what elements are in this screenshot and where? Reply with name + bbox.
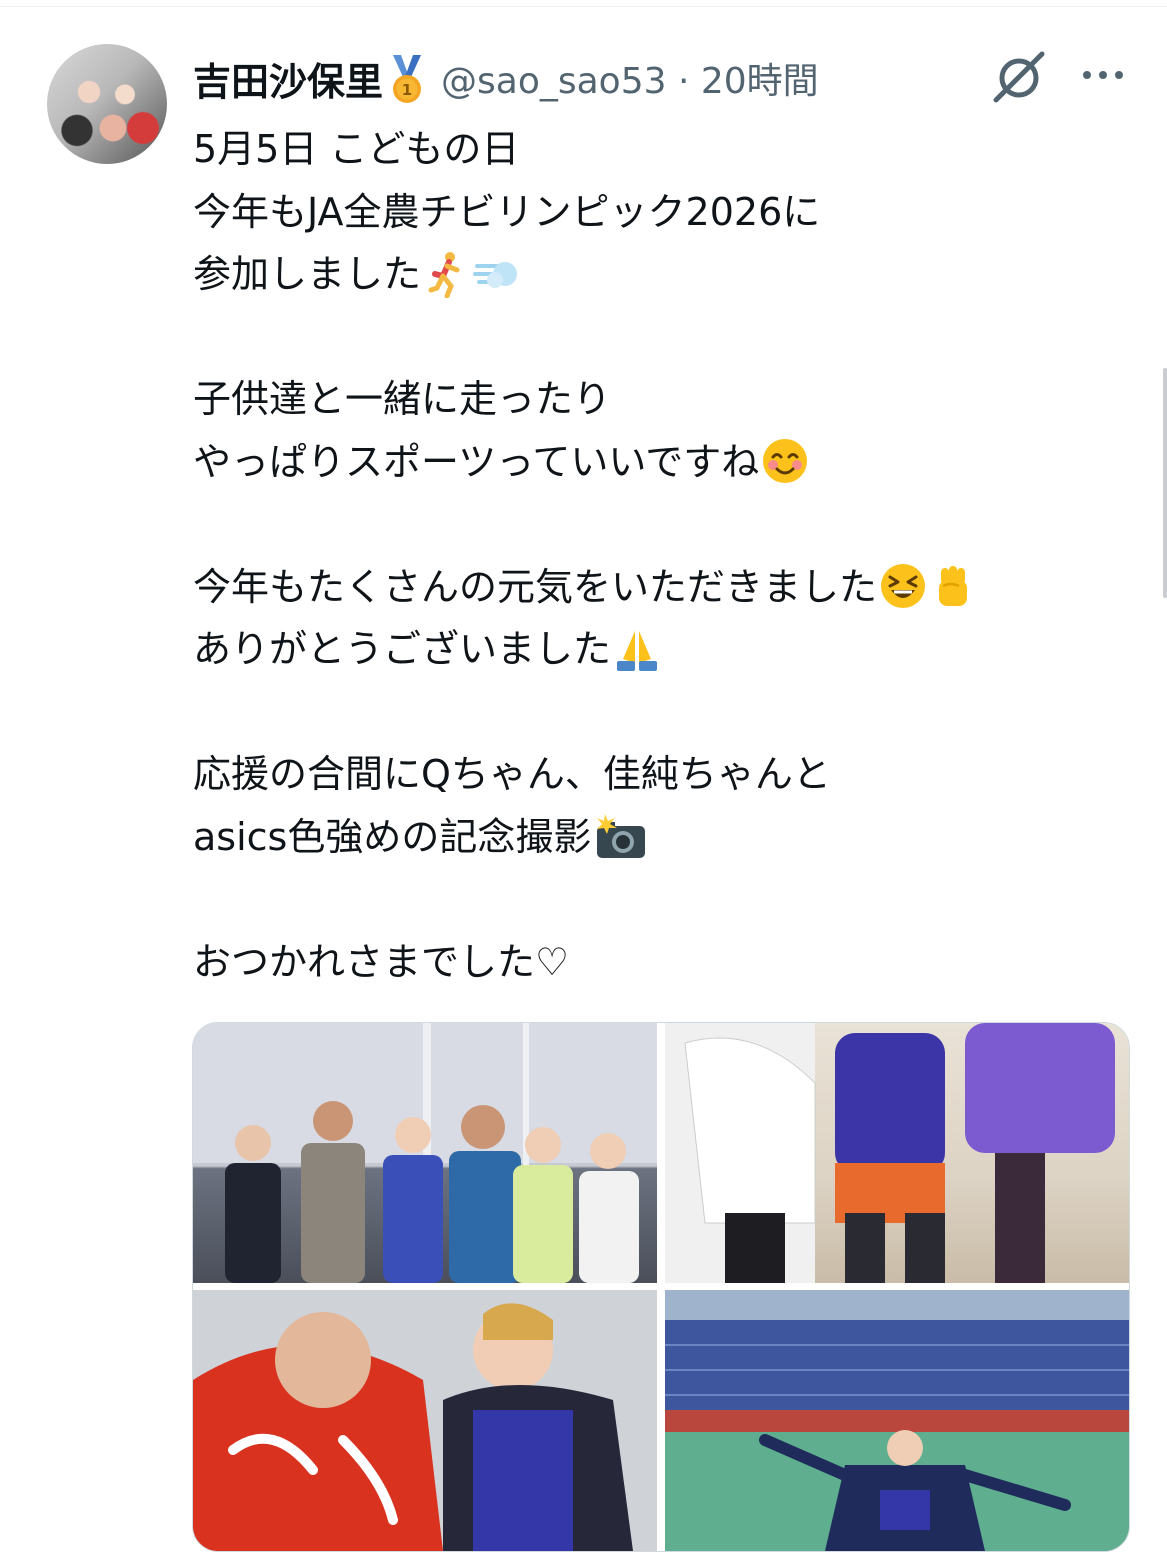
handle-and-time[interactable]: @sao_sao53 · 20時間 — [441, 52, 819, 104]
smiling-face-emoji — [761, 437, 809, 485]
scrollbar[interactable] — [1163, 368, 1167, 598]
tweet-line — [193, 681, 1153, 744]
author-name[interactable]: 吉田沙保里 — [193, 51, 383, 106]
medal-icon: 1 — [387, 55, 427, 105]
svg-text:1: 1 — [402, 81, 412, 99]
tweet-line: 参加しました — [193, 243, 1153, 306]
runner-emoji — [423, 250, 471, 298]
tweet-line: asics色強めの記念撮影 — [193, 806, 1153, 869]
stadium-photo[interactable] — [665, 1290, 1129, 1551]
tweet-line: ありがとうございました — [193, 618, 1153, 681]
grok-icon[interactable] — [990, 48, 1048, 104]
tweet-line: やっぱりスポーツっていいですね — [193, 431, 1153, 494]
tweet-line-text: asics色強めの記念撮影 — [193, 814, 592, 859]
selfie-photo[interactable] — [193, 1290, 657, 1551]
avatar[interactable] — [47, 44, 167, 164]
tweet-line — [193, 868, 1153, 931]
camera-flash-emoji — [593, 812, 646, 860]
tweet-line-text: 今年もJA全農チビリンピック2026に — [193, 189, 821, 234]
laughing-face-emoji — [879, 562, 927, 610]
tweet-line — [193, 493, 1153, 556]
tweet-text: 5月5日 こどもの日 今年もJA全農チビリンピック2026に 参加しました 子供… — [193, 118, 1153, 993]
tweet-line: 今年もたくさんの元気をいただきました — [193, 556, 1153, 619]
tweet-line-text: 今年もたくさんの元気をいただきました — [193, 564, 878, 609]
tweet-line: 5月5日 こどもの日 — [193, 118, 1153, 181]
fist-emoji — [929, 562, 977, 610]
dash-emoji — [473, 250, 521, 298]
top-divider — [0, 0, 1167, 7]
tweet-line: 子供達と一緒に走ったり — [193, 368, 1153, 431]
tweet-line-text: 子供達と一緒に走ったり — [193, 377, 612, 421]
tweet-line — [193, 306, 1153, 369]
group-photo[interactable] — [193, 1023, 657, 1283]
tweet-line-text: やっぱりスポーツっていいですね — [193, 439, 760, 484]
tweet-line-text: 参加しました — [193, 252, 422, 296]
posing-photo[interactable] — [665, 1023, 1129, 1283]
tweet-line: おつかれさまでした♡ — [193, 931, 1153, 994]
tweet-line-text: 5月5日 こどもの日 — [193, 127, 520, 171]
tweet-header: 吉田沙保里 1 @sao_sao53 · 20時間 — [193, 48, 819, 108]
more-icon[interactable] — [1079, 62, 1127, 88]
tweet-line-text: おつかれさまでした♡ — [193, 939, 570, 984]
tweet-line-text: 応援の合間にQちゃん、佳純ちゃんと — [193, 752, 831, 796]
tweet-line-text: ありがとうございました — [193, 627, 612, 671]
media-grid — [192, 1022, 1130, 1552]
tweet-line: 応援の合間にQちゃん、佳純ちゃんと — [193, 743, 1153, 806]
tweet-line: 今年もJA全農チビリンピック2026に — [193, 181, 1153, 244]
pray-emoji — [613, 625, 661, 673]
